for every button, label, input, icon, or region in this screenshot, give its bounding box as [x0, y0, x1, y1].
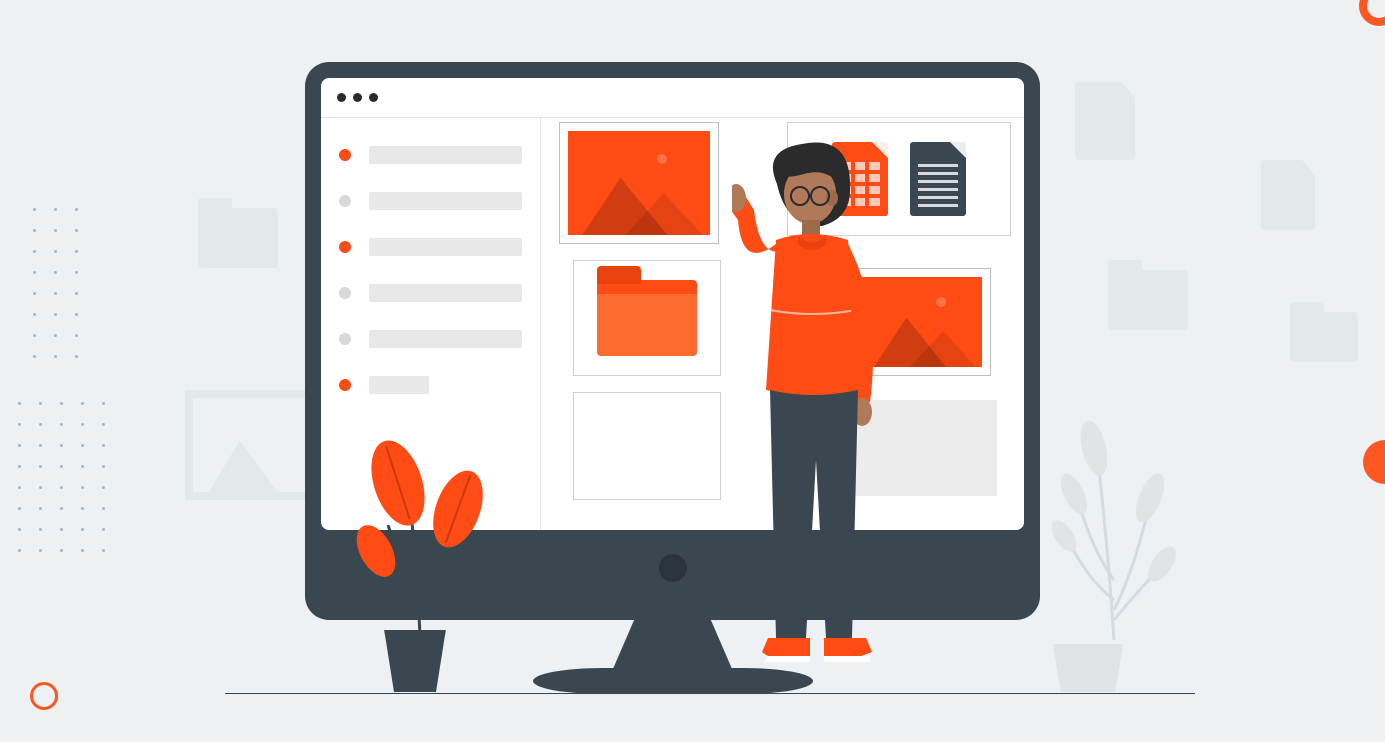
file-grid [541, 118, 1024, 530]
sidebar-item[interactable] [339, 146, 522, 164]
dot-grid [18, 402, 105, 552]
bg-folder-icon [198, 208, 278, 268]
sidebar-item[interactable] [339, 238, 522, 256]
sidebar-item-label [369, 284, 522, 302]
file-card-image[interactable] [559, 122, 719, 244]
document-file-icon [910, 142, 966, 216]
file-card-folder[interactable] [573, 260, 721, 376]
sidebar-item[interactable] [339, 376, 522, 394]
accent-circle-bottom-left [30, 682, 58, 710]
plant-pot [1048, 644, 1128, 692]
spreadsheet-file-icon [832, 142, 888, 216]
image-thumbnail-icon [568, 131, 710, 235]
bg-folder-icon [1290, 312, 1358, 362]
bg-document-icon [1261, 160, 1315, 230]
bg-image-icon [185, 390, 315, 500]
bullet-inactive-icon [339, 333, 351, 345]
monitor-stand [613, 620, 733, 670]
traffic-light-dot [369, 93, 378, 102]
file-card-placeholder[interactable] [853, 400, 997, 496]
sidebar-item-label [369, 330, 522, 348]
sidebar-item-label [369, 376, 429, 394]
bullet-inactive-icon [339, 287, 351, 299]
bullet-active-icon [339, 241, 351, 253]
sidebar-item[interactable] [339, 284, 522, 302]
window-titlebar [321, 78, 1024, 118]
file-card-empty[interactable] [573, 392, 721, 500]
image-thumbnail-icon [862, 277, 982, 367]
bullet-inactive-icon [339, 195, 351, 207]
plant-illustration [340, 415, 500, 645]
monitor-base [533, 668, 813, 694]
file-card-group[interactable] [787, 122, 1011, 236]
sidebar-item[interactable] [339, 330, 522, 348]
accent-circle-top-right [1359, 0, 1385, 26]
traffic-light-dot [337, 93, 346, 102]
sidebar-item[interactable] [339, 192, 522, 210]
sidebar-item-label [369, 192, 522, 210]
plant-pot [380, 630, 450, 692]
sidebar-item-label [369, 146, 522, 164]
illustration-scene [0, 0, 1385, 742]
sidebar-item-label [369, 238, 522, 256]
folder-icon [597, 280, 697, 356]
bg-document-icon [1075, 82, 1135, 160]
bullet-active-icon [339, 149, 351, 161]
bullet-active-icon [339, 379, 351, 391]
traffic-light-dot [353, 93, 362, 102]
dot-grid [33, 208, 78, 358]
accent-half-circle-right [1363, 440, 1385, 484]
bg-folder-icon [1108, 270, 1188, 330]
monitor-power-button [659, 554, 687, 582]
file-card-image[interactable] [853, 268, 991, 376]
plant-illustration [1038, 370, 1188, 650]
